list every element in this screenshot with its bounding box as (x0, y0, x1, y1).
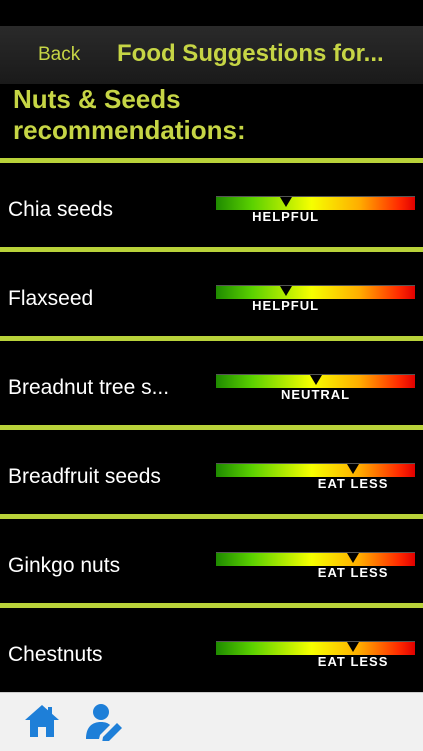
food-name: Ginkgo nuts (8, 554, 121, 577)
gauge-marker (279, 286, 292, 296)
rating-label: EAT LESS (317, 476, 389, 491)
gauge-marker (279, 197, 292, 207)
rating-label: EAT LESS (317, 654, 389, 669)
list-item[interactable]: Breadnut tree s... NEUTRAL (0, 336, 423, 425)
rating-gauge (216, 196, 415, 210)
food-name: Chestnuts (8, 643, 103, 666)
list-item[interactable]: Chia seeds HELPFUL (0, 158, 423, 247)
rating-gauge (216, 641, 415, 655)
gauge-marker (347, 464, 360, 474)
food-name: Breadfruit seeds (8, 465, 161, 488)
list-item[interactable]: Flaxseed HELPFUL (0, 247, 423, 336)
list-item[interactable]: Breadfruit seeds EAT LESS (0, 425, 423, 514)
status-bar (0, 0, 423, 26)
list-item[interactable]: Ginkgo nuts EAT LESS (0, 514, 423, 603)
gauge-marker (309, 375, 322, 385)
rating-label: HELPFUL (252, 209, 320, 224)
rating-gauge (216, 285, 415, 299)
rating-label: EAT LESS (317, 565, 389, 580)
back-button[interactable]: Back (38, 44, 80, 66)
rating-label: HELPFUL (252, 298, 320, 313)
rating-gauge (216, 463, 415, 477)
home-icon[interactable] (22, 701, 62, 741)
food-name: Chia seeds (8, 198, 114, 221)
edit-user-icon[interactable] (84, 701, 124, 743)
rating-label: NEUTRAL (281, 387, 351, 402)
food-name: Flaxseed (8, 287, 94, 310)
food-list: Chia seeds HELPFUL Flaxseed HELPFUL Brea… (0, 158, 423, 695)
page-title: Food Suggestions for... (117, 40, 384, 67)
rating-gauge (216, 374, 415, 388)
rating-gauge (216, 552, 415, 566)
section-heading: Nuts & Seeds recommendations: (13, 84, 246, 145)
navigation-bar: Back Food Suggestions for... (0, 26, 423, 84)
tab-bar (0, 692, 423, 751)
food-name: Breadnut tree s... (8, 376, 170, 399)
gauge-marker (347, 553, 360, 563)
list-item[interactable]: Chestnuts EAT LESS (0, 603, 423, 695)
gauge-marker (347, 642, 360, 652)
